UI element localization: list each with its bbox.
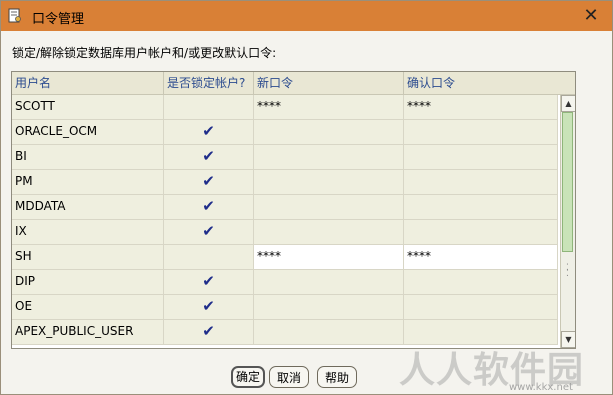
username-cell: OE	[12, 295, 164, 319]
username-cell: DIP	[12, 270, 164, 294]
lock-checkbox-cell[interactable]: ✔	[164, 145, 254, 169]
new-password-field[interactable]	[254, 120, 404, 144]
username-cell: IX	[12, 220, 164, 244]
new-password-field[interactable]: ****	[254, 245, 404, 269]
username-cell: APEX_PUBLIC_USER	[12, 320, 164, 344]
checkmark-icon: ✔	[202, 272, 215, 290]
lock-checkbox-cell[interactable]: ✔	[164, 170, 254, 194]
confirm-password-field[interactable]	[404, 220, 558, 244]
checkmark-icon: ✔	[202, 297, 215, 315]
confirm-password-field[interactable]: ****	[404, 245, 558, 269]
help-button[interactable]: 帮助	[317, 366, 357, 388]
table-row[interactable]: SH **** ****	[12, 245, 558, 270]
lock-checkbox-cell[interactable]: ✔	[164, 195, 254, 219]
column-header-new-password[interactable]: 新口令	[254, 72, 404, 94]
key-doc-icon	[8, 8, 21, 23]
checkmark-icon: ✔	[202, 147, 215, 165]
checkmark-icon: ✔	[202, 222, 215, 240]
confirm-password-field[interactable]: ****	[404, 95, 558, 119]
new-password-field[interactable]	[254, 195, 404, 219]
close-button[interactable]: ✕	[580, 5, 602, 27]
lock-checkbox-cell[interactable]	[164, 245, 254, 269]
lock-checkbox-cell[interactable]: ✔	[164, 270, 254, 294]
confirm-password-value: ****	[407, 249, 431, 263]
instruction-text: 锁定/解除锁定数据库用户帐户和/或更改默认口令:	[12, 46, 277, 60]
title-bar[interactable]: 口令管理 ✕	[1, 1, 612, 31]
password-management-dialog: 口令管理 ✕ 锁定/解除锁定数据库用户帐户和/或更改默认口令: 用户名 是否锁定…	[0, 0, 613, 395]
table-row[interactable]: BI ✔	[12, 145, 558, 170]
column-header-locked[interactable]: 是否锁定帐户?	[164, 72, 254, 94]
window-title: 口令管理	[32, 12, 85, 27]
checkmark-icon: ✔	[202, 322, 215, 340]
watermark-url: www.kkx.net	[509, 382, 573, 393]
lock-checkbox-cell[interactable]: ✔	[164, 320, 254, 344]
new-password-field[interactable]: ****	[254, 95, 404, 119]
lock-checkbox-cell[interactable]: ✔	[164, 295, 254, 319]
column-header-confirm-password[interactable]: 确认口令	[404, 72, 575, 94]
new-password-value: ****	[257, 249, 281, 263]
new-password-value: ****	[257, 99, 281, 113]
table-row[interactable]: DIP ✔	[12, 270, 558, 295]
lock-checkbox-cell[interactable]	[164, 95, 254, 119]
confirm-password-field[interactable]	[404, 170, 558, 194]
vertical-scrollbar[interactable]: ▲ ▼	[560, 95, 575, 348]
table-header: 用户名 是否锁定帐户? 新口令 确认口令	[12, 72, 575, 95]
table-row[interactable]: ORACLE_OCM ✔	[12, 120, 558, 145]
column-header-username[interactable]: 用户名	[12, 72, 164, 94]
cancel-button[interactable]: 取消	[269, 366, 309, 388]
ok-button[interactable]: 确定	[231, 366, 265, 388]
username-cell: SCOTT	[12, 95, 164, 119]
confirm-password-field[interactable]	[404, 145, 558, 169]
table-row[interactable]: MDDATA ✔	[12, 195, 558, 220]
username-cell: PM	[12, 170, 164, 194]
new-password-field[interactable]	[254, 295, 404, 319]
new-password-field[interactable]	[254, 320, 404, 344]
username-cell: BI	[12, 145, 164, 169]
confirm-password-field[interactable]	[404, 270, 558, 294]
new-password-field[interactable]	[254, 170, 404, 194]
table-row[interactable]: SCOTT **** ****	[12, 95, 558, 120]
scrollbar-thumb[interactable]	[562, 112, 573, 252]
confirm-password-field[interactable]	[404, 195, 558, 219]
username-cell: ORACLE_OCM	[12, 120, 164, 144]
lock-checkbox-cell[interactable]: ✔	[164, 120, 254, 144]
table-row[interactable]: IX ✔	[12, 220, 558, 245]
checkmark-icon: ✔	[202, 172, 215, 190]
scroll-up-arrow-icon[interactable]: ▲	[561, 95, 575, 112]
checkmark-icon: ✔	[202, 197, 215, 215]
table-row[interactable]: PM ✔	[12, 170, 558, 195]
resize-grip-icon[interactable]: ⁚ ⁚	[566, 264, 574, 285]
new-password-field[interactable]	[254, 270, 404, 294]
new-password-field[interactable]	[254, 220, 404, 244]
confirm-password-value: ****	[407, 99, 431, 113]
user-password-table: 用户名 是否锁定帐户? 新口令 确认口令 SCOTT **** **** ORACLE…	[11, 71, 576, 349]
table-row[interactable]: OE ✔	[12, 295, 558, 320]
confirm-password-field[interactable]	[404, 120, 558, 144]
confirm-password-field[interactable]	[404, 295, 558, 319]
lock-checkbox-cell[interactable]: ✔	[164, 220, 254, 244]
username-cell: SH	[12, 245, 164, 269]
username-cell: MDDATA	[12, 195, 164, 219]
checkmark-icon: ✔	[202, 122, 215, 140]
new-password-field[interactable]	[254, 145, 404, 169]
